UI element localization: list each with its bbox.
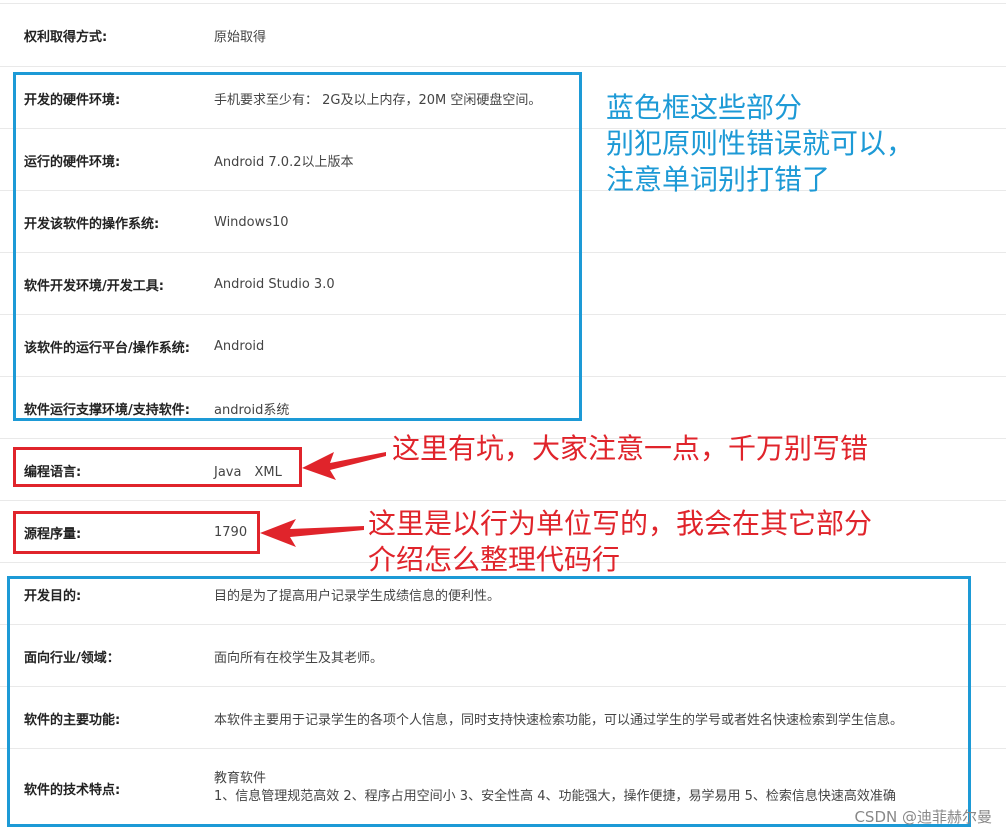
blue-highlight-box-environment	[13, 72, 582, 421]
red-highlight-box-code-lines	[13, 511, 260, 554]
blue-highlight-box-purpose	[7, 576, 971, 827]
red-arrow-left-icon	[302, 452, 386, 480]
field-value: 原始取得	[214, 29, 267, 45]
red-note-code-lines: 这里是以行为单位写的，我会在其它部分 介绍怎么整理代码行	[368, 506, 872, 578]
red-note-language: 这里有坑，大家注意一点，千万别写错	[392, 431, 868, 467]
red-note-line: 这里有坑，大家注意一点，千万别写错	[392, 432, 869, 465]
red-note-line: 介绍怎么整理代码行	[368, 543, 621, 576]
red-note-line: 这里是以行为单位写的，我会在其它部分	[368, 507, 873, 540]
blue-note-line: 别犯原则性错误就可以，	[606, 127, 915, 160]
table-row: 权利取得方式: 原始取得	[0, 3, 1006, 66]
blue-note-line: 蓝色框这些部分	[606, 91, 803, 124]
blue-note-line: 注意单词别打错了	[606, 163, 831, 196]
blue-note: 蓝色框这些部分 别犯原则性错误就可以， 注意单词别打错了	[606, 90, 914, 198]
field-label: 权利取得方式:	[24, 29, 108, 45]
red-arrow-left-icon	[260, 519, 364, 547]
csdn-watermark: CSDN @迪菲赫尔曼	[854, 808, 992, 826]
red-highlight-box-language	[13, 447, 302, 487]
